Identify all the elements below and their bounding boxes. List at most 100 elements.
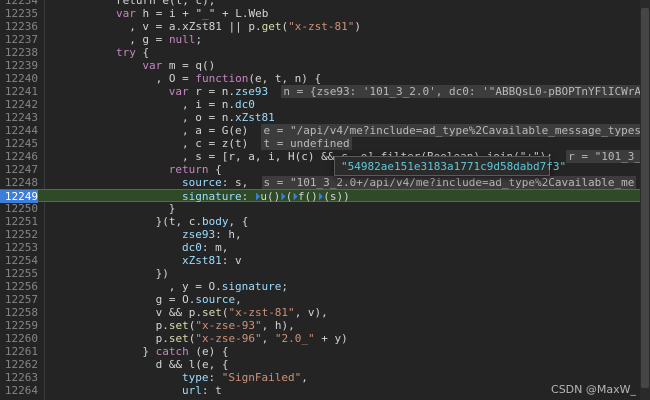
code-text: var m = q() <box>142 59 215 72</box>
line-number[interactable]: 12253 <box>0 241 38 254</box>
code-line[interactable]: 12255}) <box>0 267 650 280</box>
code-token: , a = G(e) <box>182 124 249 137</box>
code-token: "SignFailed" <box>221 371 302 384</box>
code-line[interactable]: 12260 p.set("x-zse-96", "2.0_" + y) <box>0 332 650 345</box>
code-line[interactable]: 12258 v && p.set("x-zst-81", v), <box>0 306 650 319</box>
code-line[interactable]: 12235 var h = i + "_" + L.Web <box>0 7 650 20</box>
code-token: "x-zst-81" <box>288 20 355 33</box>
code-line[interactable]: 12253 dc0: m, <box>0 241 650 254</box>
line-number[interactable]: 12247 <box>0 163 38 176</box>
code-token: : <box>208 371 222 384</box>
line-number[interactable]: 12236 <box>0 20 38 33</box>
code-text: v && p.set("x-zst-81", v), <box>156 306 328 319</box>
code-line[interactable]: 12236 , v = a.xZst81 || p.get("x-zst-81") <box>0 20 650 33</box>
code-text: zse93: h, <box>182 228 242 241</box>
code-line[interactable]: 12248 source: s, s = "101_3_2.0+/api/v4/m… <box>0 176 650 189</box>
line-number[interactable]: 12258 <box>0 306 38 319</box>
code-token: function <box>195 72 249 85</box>
watermark: CSDN @MaxW_ <box>551 383 636 396</box>
code-token: ; <box>281 280 289 293</box>
code-line[interactable]: 12238 try { <box>0 46 650 59</box>
line-number[interactable]: 12246 <box>0 150 38 163</box>
line-number[interactable]: 12251 <box>0 215 38 228</box>
line-number[interactable]: 12263 <box>0 371 38 384</box>
code-line[interactable]: 12241 var r = n.zse93 n = {zse93: '101_3_… <box>0 85 650 98</box>
code-token: "x-zse-93" <box>195 319 262 332</box>
line-number[interactable]: 12240 <box>0 72 38 85</box>
code-text: , g = null; <box>129 33 202 46</box>
code-token: dc0 <box>234 98 255 111</box>
code-line[interactable]: 12252 zse93: h, <box>0 228 650 241</box>
line-number[interactable]: 12239 <box>0 59 38 72</box>
code-line[interactable]: 12234 return e(t, c), <box>0 0 650 7</box>
line-number[interactable]: 12243 <box>0 111 38 124</box>
line-number[interactable]: 12255 <box>0 267 38 280</box>
inline-variable-value: n = {zse93: '101_3_2.0', dc0: '"ABBQsL0-… <box>281 85 650 98</box>
code-token: type <box>182 371 209 384</box>
code-token: r = n. <box>188 85 236 98</box>
code-line[interactable]: 12261} catch (e) { <box>0 345 650 358</box>
paused-code-line[interactable]: 12249 signature: ⏵u()⏵(⏵f()⏵(s)) <box>0 189 650 203</box>
code-text: , y = O.signature; <box>169 280 288 293</box>
code-token: , <box>235 293 242 306</box>
code-token: h = i + " <box>135 7 203 20</box>
code-token: xZst81 <box>182 254 222 267</box>
code-text: } <box>169 202 176 215</box>
code-line[interactable]: 12257 g = O.source, <box>0 293 650 306</box>
line-number[interactable]: 12245 <box>0 137 38 150</box>
code-line[interactable]: 12259 p.set("x-zse-93", h), <box>0 319 650 332</box>
variable-hover-tooltip: "54982ae151e3183a1771c9d58dabd7f3" <box>334 156 566 176</box>
code-text: xZst81: v <box>182 254 242 267</box>
code-line[interactable]: 12254 xZst81: v <box>0 254 650 267</box>
line-number[interactable]: 12244 <box>0 124 38 137</box>
line-number[interactable]: 12235 <box>0 7 38 20</box>
line-number[interactable]: 12260 <box>0 332 38 345</box>
vertical-scrollbar[interactable] <box>640 0 650 400</box>
code-token: , v = a.xZst81 || p. <box>129 20 262 33</box>
code-token: }(t, c. <box>155 215 202 228</box>
inline-variable-value: e = "/api/v4/me?include=ad_type%2Cavaila… <box>261 124 650 137</box>
code-editor[interactable]: 12234 return e(t, c), 12235 var h = i + "_"… <box>0 0 650 400</box>
code-token: : s, <box>221 176 249 189</box>
code-token: set <box>168 332 189 345</box>
line-number[interactable]: 12254 <box>0 254 38 267</box>
line-number[interactable]: 12262 <box>0 358 38 371</box>
line-number[interactable]: 12248 <box>0 176 38 189</box>
code-line[interactable]: 12240 , O = function(e, t, n) { <box>0 72 650 85</box>
line-number[interactable]: 12242 <box>0 98 38 111</box>
code-line[interactable]: 12237 , g = null; <box>0 33 650 46</box>
code-token: set <box>168 319 189 332</box>
line-number[interactable]: 12256 <box>0 280 38 293</box>
code-token: m = q() <box>162 59 216 72</box>
code-line[interactable]: 12244 , a = G(e) e = "/api/v4/me?include=… <box>0 124 650 137</box>
code-text: , o = n.xZst81 <box>182 111 275 124</box>
code-line[interactable]: 12242 , i = n.dc0 <box>0 98 650 111</box>
line-number[interactable]: 12264 <box>0 384 38 397</box>
line-number[interactable]: 12261 <box>0 345 38 358</box>
line-number[interactable]: 12252 <box>0 228 38 241</box>
code-token: g = O. <box>155 293 196 306</box>
code-line[interactable]: 12262 d && l(e, { <box>0 358 650 371</box>
line-number[interactable]: 12250 <box>0 202 38 215</box>
code-text: return e(t, c), <box>116 0 215 7</box>
line-number[interactable]: 12234 <box>0 0 38 7</box>
line-number[interactable]: 12237 <box>0 33 38 46</box>
line-number[interactable]: 12259 <box>0 319 38 332</box>
line-number[interactable]: 12257 <box>0 293 38 306</box>
code-line[interactable]: 12256 , y = O.signature; <box>0 280 650 293</box>
code-token: , y = O. <box>168 280 222 293</box>
code-token: source <box>182 176 222 189</box>
line-number[interactable]: 12241 <box>0 85 38 98</box>
code-line[interactable]: 12239 var m = q() <box>0 59 650 72</box>
line-number[interactable]: 12238 <box>0 46 38 59</box>
code-line[interactable]: 12245 , c = z(t) t = undefined <box>0 137 650 150</box>
code-text: , O = function(e, t, n) { <box>156 72 322 85</box>
code-token: "2.0_" <box>274 332 315 345</box>
code-line[interactable]: 12243 , o = n.xZst81 <box>0 111 650 124</box>
code-token: }) <box>155 267 169 280</box>
code-line[interactable]: 12250} <box>0 202 650 215</box>
code-token: , <box>301 371 308 384</box>
code-token: : t <box>201 384 222 397</box>
scrollbar-thumb[interactable] <box>641 8 649 388</box>
code-line[interactable]: 12251}(t, c.body, { <box>0 215 650 228</box>
